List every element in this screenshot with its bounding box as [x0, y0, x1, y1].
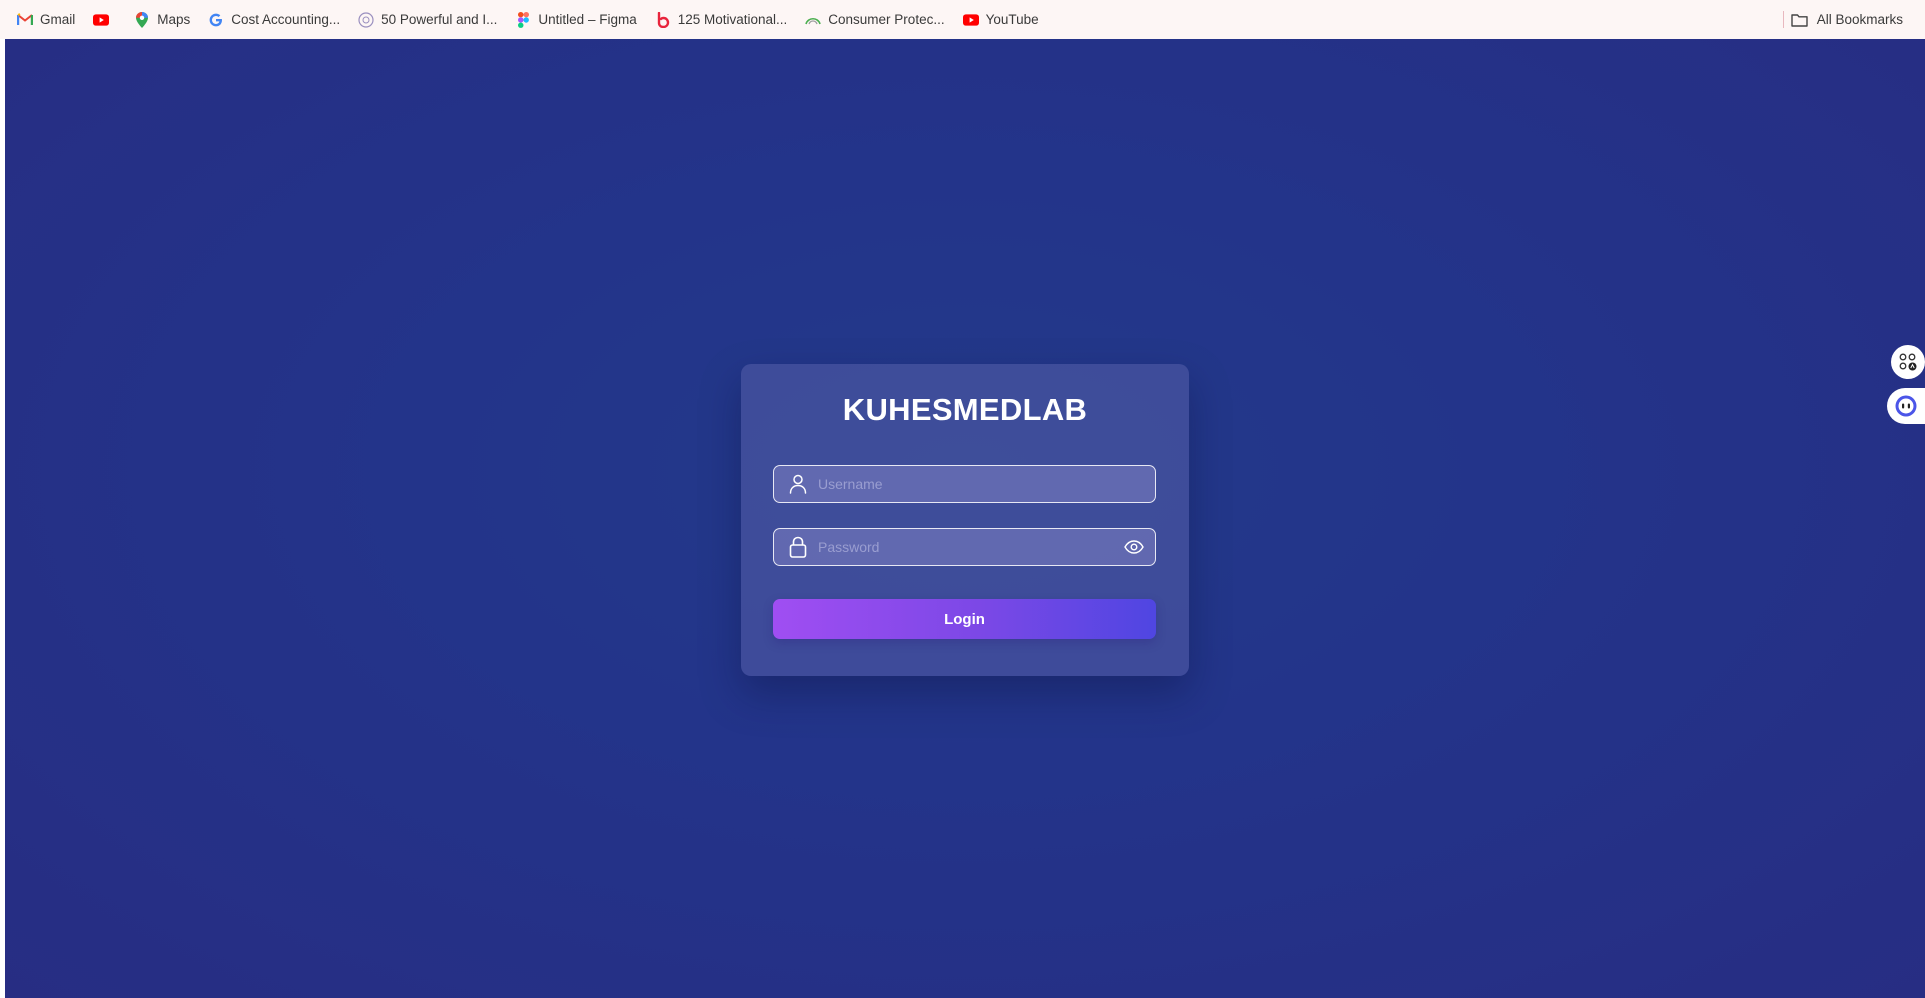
bookmark-label: Consumer Protec... [828, 12, 945, 27]
folder-icon [1791, 12, 1809, 28]
password-input[interactable] [818, 529, 1123, 565]
lock-icon [788, 536, 808, 558]
bookmarks-divider [1783, 11, 1784, 28]
bookmark-youtube[interactable]: YouTube [962, 12, 1039, 28]
circle-site-icon [358, 11, 374, 28]
b-logo-icon [655, 11, 671, 28]
bookmark-label: Untitled – Figma [538, 12, 637, 27]
youtube-icon [962, 12, 979, 28]
figma-icon [515, 11, 531, 28]
bookmark-label: 50 Powerful and I... [381, 12, 498, 27]
bookmark-label: Maps [157, 12, 191, 27]
login-card: KUHESMEDLAB Username Login [741, 364, 1189, 676]
side-assistant-widget[interactable] [1887, 388, 1925, 424]
page-background: KUHESMEDLAB Username Login [5, 39, 1925, 998]
all-bookmarks-label: All Bookmarks [1816, 12, 1903, 27]
username-input[interactable] [818, 466, 1155, 502]
bookmark-125-motivational[interactable]: 125 Motivational... [655, 11, 788, 28]
login-button[interactable]: Login [773, 599, 1156, 639]
app-title: KUHESMEDLAB [842, 392, 1088, 427]
extension-grid-icon [1899, 353, 1917, 371]
username-field[interactable] [773, 465, 1156, 503]
bookmark-maps[interactable]: Maps [134, 11, 191, 28]
eye-icon[interactable] [1123, 536, 1145, 558]
bookmark-youtube-unlabeled[interactable] [93, 12, 116, 28]
side-extension-widget[interactable] [1891, 345, 1925, 379]
bookmark-50-powerful[interactable]: 50 Powerful and I... [358, 11, 498, 28]
all-bookmarks-button[interactable]: All Bookmarks [1791, 0, 1903, 39]
google-g-icon [208, 12, 224, 28]
bookmark-label: 125 Motivational... [677, 12, 788, 27]
arc-site-icon [805, 12, 822, 28]
bookmark-label: Cost Accounting... [231, 12, 341, 27]
bookmark-gmail[interactable]: Gmail [17, 12, 75, 28]
user-icon [788, 473, 808, 495]
bookmark-consumer-protection[interactable]: Consumer Protec... [805, 12, 945, 28]
bookmark-label: YouTube [985, 12, 1039, 27]
bookmark-figma[interactable]: Untitled – Figma [515, 11, 637, 28]
bookmarks-bar: Gmail Maps Cost Accounting... 50 Powerfu… [0, 0, 1925, 39]
bookmark-label: Gmail [40, 12, 76, 27]
maps-pin-icon [134, 11, 150, 28]
password-field[interactable] [773, 528, 1156, 566]
bookmark-cost-accounting[interactable]: Cost Accounting... [208, 12, 340, 28]
youtube-icon [93, 12, 110, 28]
assistant-face-icon [1895, 395, 1917, 417]
gmail-icon [17, 12, 33, 28]
